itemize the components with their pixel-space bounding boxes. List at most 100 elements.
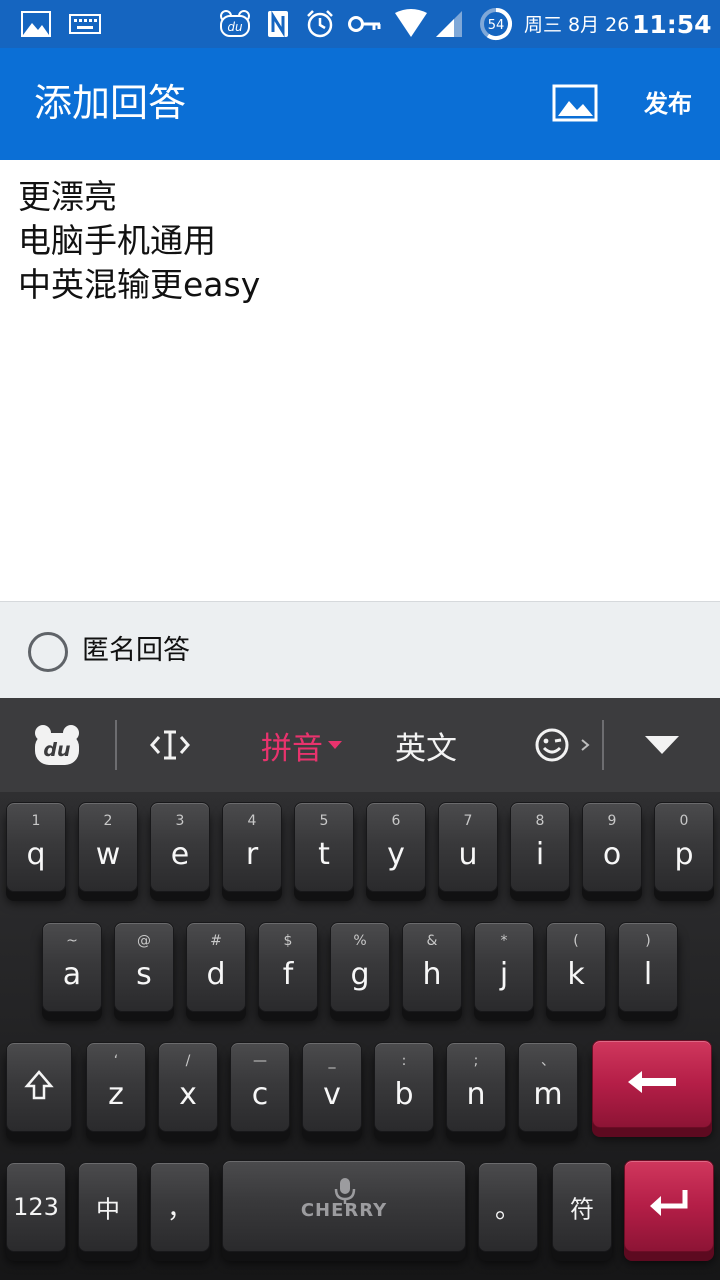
- key-h[interactable]: & h: [402, 922, 462, 1012]
- pinyin-label: 拼音: [261, 730, 323, 767]
- anonymous-label: 匿名回答: [82, 635, 190, 666]
- key-i[interactable]: 8i: [510, 802, 570, 892]
- key-label: z: [108, 1077, 124, 1112]
- chinese-key[interactable]: 中: [78, 1162, 138, 1252]
- key-q[interactable]: 1q: [6, 802, 66, 892]
- alarm-icon: [304, 8, 336, 40]
- key-sub-label: ~: [66, 933, 78, 949]
- key-label: n: [466, 1077, 486, 1112]
- backspace-icon: [593, 1068, 711, 1100]
- key-w[interactable]: 2w: [78, 802, 138, 892]
- battery-level: 54: [488, 18, 505, 33]
- key-a[interactable]: ~ a: [42, 922, 102, 1012]
- key-sub-label: 、: [541, 1053, 555, 1069]
- chevron-down-icon: [645, 736, 679, 754]
- key-r[interactable]: 4r: [222, 802, 282, 892]
- key-sub-label: 6: [391, 813, 401, 829]
- backspace-key[interactable]: [592, 1040, 712, 1128]
- cursor-move-button[interactable]: [146, 698, 194, 792]
- key-sub-label: ‘: [113, 1053, 119, 1069]
- key-label: a: [62, 957, 82, 992]
- key-label: p: [674, 837, 694, 872]
- answer-editor[interactable]: 更漂亮 电脑手机通用 中英混输更easy: [0, 160, 720, 601]
- key-label: x: [179, 1077, 197, 1112]
- pinyin-mode-button[interactable]: 拼音: [252, 698, 352, 792]
- key-sub-label: *: [500, 933, 508, 949]
- keyboard: 1q 2w 3e 4r 5t 6y 7u 8i 9o 0p ~ a @ s # d $…: [0, 792, 720, 1280]
- key-label: d: [206, 957, 226, 992]
- key-l[interactable]: ) l: [618, 922, 678, 1012]
- comma-key[interactable]: ，: [150, 1162, 210, 1252]
- key-f[interactable]: $ f: [258, 922, 318, 1012]
- more-arrow-icon: [581, 739, 590, 751]
- key-sub-label: &: [426, 933, 438, 949]
- key-m[interactable]: 、 m: [518, 1042, 578, 1132]
- key-z[interactable]: ‘z: [86, 1042, 146, 1132]
- key-d[interactable]: # d: [186, 922, 246, 1012]
- key-v[interactable]: _ v: [302, 1042, 362, 1132]
- svg-text:du: du: [43, 739, 70, 761]
- image-notification-icon: [20, 8, 52, 40]
- key-sub-label: 2: [103, 813, 113, 829]
- key-s[interactable]: @ s: [114, 922, 174, 1012]
- enter-key[interactable]: [624, 1160, 714, 1252]
- key-x[interactable]: / x: [158, 1042, 218, 1132]
- english-mode-button[interactable]: 英文: [380, 698, 472, 792]
- toolbar-divider: [602, 720, 604, 770]
- insert-image-button[interactable]: [552, 84, 600, 124]
- signal-icon: [434, 8, 464, 40]
- key-sub-label: 4: [247, 813, 257, 829]
- key-label: s: [136, 957, 152, 992]
- key-icon: [348, 8, 382, 40]
- key-y[interactable]: 6y: [366, 802, 426, 892]
- key-label: k: [567, 957, 585, 992]
- space-key[interactable]: CHERRY: [222, 1160, 466, 1252]
- key-label: c: [251, 1077, 269, 1112]
- key-label: e: [170, 837, 190, 872]
- key-sub-label: /: [185, 1053, 191, 1069]
- key-u[interactable]: 7u: [438, 802, 498, 892]
- du-icon: du: [218, 8, 252, 40]
- key-label: o: [602, 837, 622, 872]
- key-sub-label: 0: [679, 813, 689, 829]
- editor-line: 电脑手机通用: [18, 221, 216, 260]
- editor-line: 中英混输更easy: [18, 265, 261, 304]
- key-label: h: [422, 957, 442, 992]
- numbers-key[interactable]: 123: [6, 1162, 66, 1252]
- symbols-key[interactable]: 符: [552, 1162, 612, 1252]
- app-bar: 添加回答 发布: [0, 48, 720, 160]
- key-b[interactable]: :b: [374, 1042, 434, 1132]
- emoji-button[interactable]: [526, 698, 598, 792]
- key-t[interactable]: 5t: [294, 802, 354, 892]
- key-label: y: [387, 837, 405, 872]
- du-logo-button[interactable]: du: [28, 698, 86, 792]
- key-label: i: [535, 837, 545, 872]
- key-sub-label: 1: [31, 813, 41, 829]
- shift-icon: [7, 1069, 71, 1105]
- key-n[interactable]: ; n: [446, 1042, 506, 1132]
- publish-button[interactable]: 发布: [644, 84, 692, 124]
- cherry-brand-label: CHERRY: [300, 1200, 388, 1221]
- key-sub-label: ): [645, 933, 651, 949]
- du-logo-icon: du: [35, 725, 79, 765]
- anonymous-radio[interactable]: [28, 632, 68, 672]
- key-p[interactable]: 0p: [654, 802, 714, 892]
- key-k[interactable]: (k: [546, 922, 606, 1012]
- toolbar-divider: [115, 720, 117, 770]
- period-key[interactable]: 。: [478, 1162, 538, 1252]
- key-g[interactable]: % g: [330, 922, 390, 1012]
- status-bar: du 54 周三 8月 26 11:54: [0, 0, 720, 48]
- status-time: 11:54: [632, 10, 712, 39]
- hide-keyboard-button[interactable]: [630, 698, 694, 792]
- emoji-icon: [535, 728, 569, 762]
- key-j[interactable]: * j: [474, 922, 534, 1012]
- key-o[interactable]: 9o: [582, 802, 642, 892]
- shift-key[interactable]: [6, 1042, 72, 1132]
- key-label: m: [533, 1077, 563, 1112]
- key-label: w: [95, 837, 121, 872]
- key-c[interactable]: — c: [230, 1042, 290, 1132]
- key-sub-label: ;: [473, 1053, 479, 1069]
- key-label: 中: [96, 1195, 120, 1224]
- key-sub-label: (: [573, 933, 579, 949]
- key-e[interactable]: 3e: [150, 802, 210, 892]
